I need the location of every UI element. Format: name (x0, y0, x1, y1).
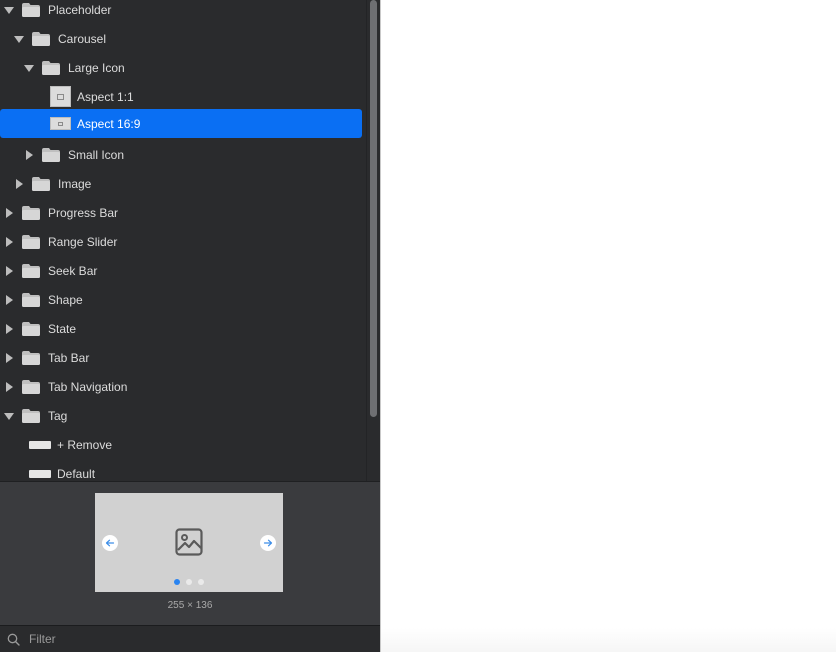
symbol-thumbnail (29, 440, 51, 449)
tree-row-range-slider[interactable]: Range Slider (0, 227, 366, 256)
tree-row-aspect-16-9[interactable]: Aspect 16:9 (0, 109, 362, 138)
disclosure-expanded-icon[interactable] (4, 411, 14, 421)
tree-row-carousel[interactable]: Carousel (0, 24, 366, 53)
disclosure-collapsed-icon[interactable] (4, 207, 14, 218)
tree-row-tag[interactable]: Tag (0, 401, 366, 430)
canvas-bottom-edge (381, 628, 836, 652)
tree-row-label: Aspect 1:1 (77, 89, 134, 104)
tree-row-tag-remove[interactable]: + Remove (0, 430, 366, 459)
tree-row-label: Tag (48, 408, 68, 423)
preview-dimensions: 255 × 136 (167, 600, 213, 611)
folder-icon (32, 31, 50, 46)
tree-row-large-icon[interactable]: Large Icon (0, 53, 366, 82)
tree-row-placeholder[interactable]: Placeholder (0, 0, 366, 24)
folder-icon (22, 321, 40, 336)
tree-row-label: Large Icon (68, 60, 125, 75)
tree-row-seek-bar[interactable]: Seek Bar (0, 256, 366, 285)
tree-row-tab-bar[interactable]: Tab Bar (0, 343, 366, 372)
folder-icon (22, 350, 40, 365)
folder-icon (32, 176, 50, 191)
canvas-area[interactable] (381, 0, 836, 652)
symbol-thumbnail (29, 469, 51, 478)
disclosure-expanded-icon[interactable] (4, 5, 14, 15)
tree-row-label: Range Slider (48, 234, 118, 249)
tree-row-state[interactable]: State (0, 314, 366, 343)
disclosure-expanded-icon[interactable] (24, 63, 34, 73)
folder-icon (42, 147, 60, 162)
tree-row-small-icon[interactable]: Small Icon (0, 140, 366, 169)
tree-row-label: State (48, 321, 77, 336)
symbol-thumbnail (50, 117, 71, 130)
tree-row-label: Aspect 16:9 (77, 116, 141, 131)
folder-icon (22, 2, 40, 17)
tree-scrollbar[interactable] (366, 0, 380, 481)
disclosure-collapsed-icon[interactable] (4, 381, 14, 392)
tree-row-label: Seek Bar (48, 263, 98, 278)
image-placeholder-icon (175, 528, 203, 556)
tree-row-label: Default (57, 466, 96, 481)
tree-row-tab-navigation[interactable]: Tab Navigation (0, 372, 366, 401)
disclosure-expanded-icon[interactable] (14, 34, 24, 44)
disclosure-collapsed-icon[interactable] (4, 265, 14, 276)
tree-row-label: Tab Bar (48, 350, 90, 365)
folder-icon (22, 408, 40, 423)
filter-input[interactable] (27, 631, 351, 647)
tree-row-label: Shape (48, 292, 83, 307)
disclosure-collapsed-icon[interactable] (4, 294, 14, 305)
folder-icon (22, 263, 40, 278)
tree-row-shape[interactable]: Shape (0, 285, 366, 314)
disclosure-collapsed-icon[interactable] (4, 323, 14, 334)
carousel-dot-active (174, 579, 180, 585)
tree-row-label: Image (58, 176, 92, 191)
filter-bar (0, 625, 380, 652)
disclosure-collapsed-icon[interactable] (14, 178, 24, 189)
arrow-left-icon (102, 535, 118, 551)
search-icon (7, 633, 20, 646)
app-window: Placeholder Carousel Large Icon Aspect 1… (0, 0, 836, 652)
tree-row-label: Carousel (58, 31, 107, 46)
carousel-dot (198, 579, 204, 585)
carousel-dot (186, 579, 192, 585)
folder-icon (42, 60, 60, 75)
tree-row-image[interactable]: Image (0, 169, 366, 198)
tree-row-label: Placeholder (48, 2, 112, 17)
tree-row-label: Progress Bar (48, 205, 119, 220)
tree-row-label: Tab Navigation (48, 379, 128, 394)
disclosure-collapsed-icon[interactable] (4, 352, 14, 363)
tree-row-progress-bar[interactable]: Progress Bar (0, 198, 366, 227)
symbols-sidebar: Placeholder Carousel Large Icon Aspect 1… (0, 0, 380, 652)
tree-row-aspect-1-1[interactable]: Aspect 1:1 (0, 82, 366, 111)
folder-icon (22, 234, 40, 249)
arrow-right-icon (260, 535, 276, 551)
tree-row-tag-default[interactable]: Default (0, 459, 366, 481)
folder-icon (22, 292, 40, 307)
disclosure-collapsed-icon[interactable] (4, 236, 14, 247)
tree-row-label: Small Icon (68, 147, 125, 162)
disclosure-collapsed-icon[interactable] (24, 149, 34, 160)
tree-row-label: + Remove (57, 437, 113, 452)
symbol-tree: Placeholder Carousel Large Icon Aspect 1… (0, 0, 366, 481)
carousel-preview (95, 493, 283, 592)
folder-icon (22, 205, 40, 220)
scrollbar-thumb[interactable] (370, 0, 377, 417)
symbol-thumbnail (50, 86, 71, 107)
folder-icon (22, 379, 40, 394)
symbol-preview-panel: 255 × 136 (0, 481, 380, 625)
